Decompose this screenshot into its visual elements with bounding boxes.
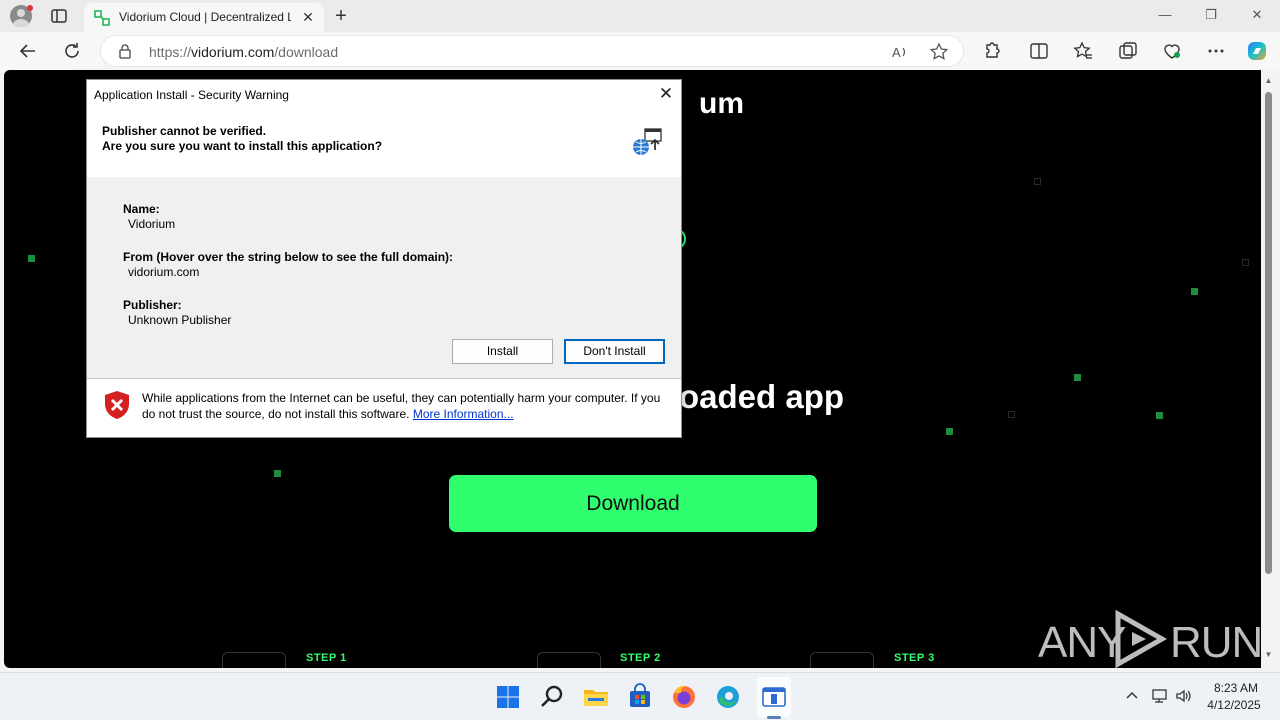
browser-toolbar: https://vidorium.com/download A [0,32,1280,70]
volume-icon[interactable] [1175,687,1193,705]
read-aloud-icon[interactable]: A [887,40,911,64]
page-heading-fragment: um [699,87,744,120]
step-box [810,652,874,668]
scroll-down-icon[interactable]: ▼ [1264,650,1273,659]
anyrun-watermark: ANY RUN [1036,608,1261,668]
clock-time[interactable]: 8:23 AM [1210,681,1262,695]
url-text[interactable]: https://vidorium.com/download [149,44,338,60]
extensions-icon[interactable] [979,39,1003,63]
windows-start-icon[interactable] [494,683,522,711]
decor-square [28,255,35,262]
step-label: STEP 2 [620,652,661,664]
tab-strip: Vidorium Cloud | Decentralized L ✕ + — ❐… [0,0,1280,32]
edge-icon[interactable] [714,683,742,711]
notification-dot [27,5,33,11]
active-tab[interactable]: Vidorium Cloud | Decentralized L ✕ [84,3,324,32]
firefox-icon[interactable] [670,683,698,711]
dialog-heading: Publisher cannot be verified. [102,124,267,138]
url-host: vidorium.com [191,44,275,60]
vidorium-favicon-icon [94,10,110,26]
collections-icon[interactable] [1116,39,1140,63]
svg-text:A: A [892,45,901,60]
back-icon[interactable] [16,39,40,63]
scrollbar-thumb[interactable] [1265,92,1272,574]
security-warning-dialog: Application Install - Security Warning ✕… [86,79,682,438]
name-label: Name: [123,202,160,216]
taskbar: 8:23 AM 4/12/2025 [0,672,1280,720]
dialog-question: Are you sure you want to install this ap… [102,139,383,153]
url-path: /download [274,44,339,60]
scroll-up-icon[interactable]: ▲ [1264,76,1273,85]
refresh-icon[interactable] [60,39,84,63]
name-value: Vidorium [128,217,176,231]
new-tab-button[interactable]: + [330,5,352,27]
microsoft-store-icon[interactable] [626,683,654,711]
split-screen-icon[interactable] [1027,39,1051,63]
close-window-button[interactable]: ✕ [1242,4,1272,26]
url-prefix: https:// [149,44,192,60]
from-label: From (Hover over the string below to see… [123,250,454,264]
watermark-text-right: RUN [1170,618,1261,667]
decor-square [1008,411,1015,418]
install-button[interactable]: Install [452,339,553,364]
step-box [222,652,286,668]
play-logo-icon [1115,610,1168,668]
decor-square [1242,259,1249,266]
step-label: STEP 1 [306,652,347,664]
tab-title: Vidorium Cloud | Decentralized L [119,10,291,24]
page-scrollbar[interactable]: ▲ ▼ [1261,70,1276,668]
decor-square [1191,288,1198,295]
more-information-link[interactable]: More Information... [413,407,514,421]
lock-icon[interactable] [117,43,133,59]
dont-install-button[interactable]: Don't Install [564,339,665,364]
step-box [537,652,601,668]
dialog-header: Application Install - Security Warning ✕… [87,80,681,177]
clock-date[interactable]: 4/12/2025 [1202,698,1266,712]
app-install-icon [631,128,665,158]
more-icon[interactable] [1204,39,1228,63]
decor-square [946,428,953,435]
decor-square [1156,412,1163,419]
step-label: STEP 3 [894,652,935,664]
app-installer-icon[interactable] [760,683,788,711]
publisher-label: Publisher: [123,298,182,312]
favorite-star-icon[interactable] [927,40,951,64]
decor-square [1034,178,1041,185]
page-subheading-fragment: oaded app [679,378,845,415]
file-explorer-icon[interactable] [582,683,610,711]
tab-actions-icon[interactable] [50,7,68,25]
minimize-button[interactable]: — [1150,4,1180,26]
dialog-footer: While applications from the Internet can… [87,379,681,437]
shield-warning-icon [104,390,130,420]
dialog-close-icon[interactable]: ✕ [657,85,675,103]
from-value[interactable]: vidorium.com [128,265,199,279]
network-icon[interactable] [1151,687,1169,705]
search-icon[interactable] [538,683,566,711]
copilot-icon[interactable] [1245,39,1269,63]
download-button[interactable]: Download [449,475,817,532]
decor-square [274,470,281,477]
address-bar[interactable]: https://vidorium.com/download A [100,35,964,67]
warning-text: While applications from the Internet can… [142,390,662,422]
restore-button[interactable]: ❐ [1196,4,1226,26]
dialog-title: Application Install - Security Warning [94,88,289,102]
warning-message: While applications from the Internet can… [142,391,661,421]
decor-square [1074,374,1081,381]
publisher-value: Unknown Publisher [128,313,232,327]
tab-close-icon[interactable]: ✕ [300,9,316,25]
favorites-icon[interactable] [1071,39,1095,63]
active-app-indicator [767,716,781,719]
browser-essentials-icon[interactable] [1160,39,1184,63]
chevron-up-icon[interactable] [1123,687,1141,705]
